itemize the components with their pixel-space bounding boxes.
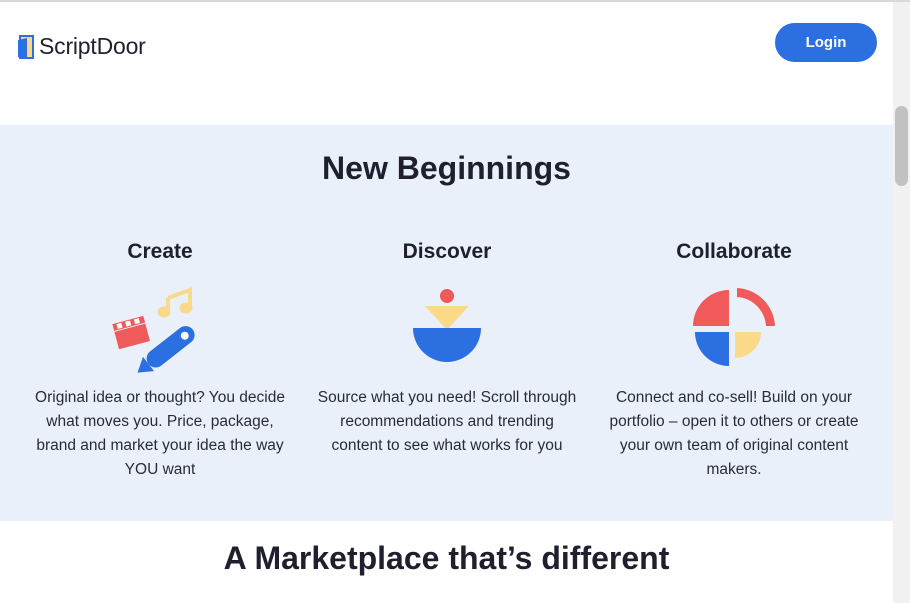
feature-collaborate-heading: Collaborate <box>676 240 792 263</box>
feature-collaborate: Collaborate Connect and co-sell! Build o… <box>589 240 879 482</box>
brand-logo[interactable]: ScriptDoor <box>16 33 146 60</box>
feature-create-text: Original idea or thought? You decide wha… <box>35 389 285 478</box>
feature-discover-text: Source what you need! Scroll through rec… <box>317 389 577 454</box>
feature-discover-heading: Discover <box>402 240 492 263</box>
collaborate-pie-icon <box>693 288 775 366</box>
page-scrollbar[interactable] <box>893 2 910 603</box>
door-logo-icon <box>18 34 34 59</box>
feature-create-heading: Create <box>127 240 193 263</box>
marketplace-title: A Marketplace that’s different <box>223 540 670 576</box>
feature-discover: Discover Source what you need! Scroll th… <box>302 240 592 458</box>
section-title: New Beginnings <box>322 150 571 186</box>
scrollbar-thumb[interactable] <box>895 106 908 186</box>
discover-shapes-icon <box>413 289 481 362</box>
brand-name: ScriptDoor <box>39 33 146 59</box>
site-header: ScriptDoor Login <box>0 2 893 125</box>
login-button[interactable]: Login <box>775 23 877 62</box>
feature-create: Create Original idea or thought? You dec… <box>15 240 305 482</box>
feature-collaborate-text: Connect and co-sell! Build on your portf… <box>609 389 859 478</box>
clapper-music-pen-icon <box>112 287 195 373</box>
